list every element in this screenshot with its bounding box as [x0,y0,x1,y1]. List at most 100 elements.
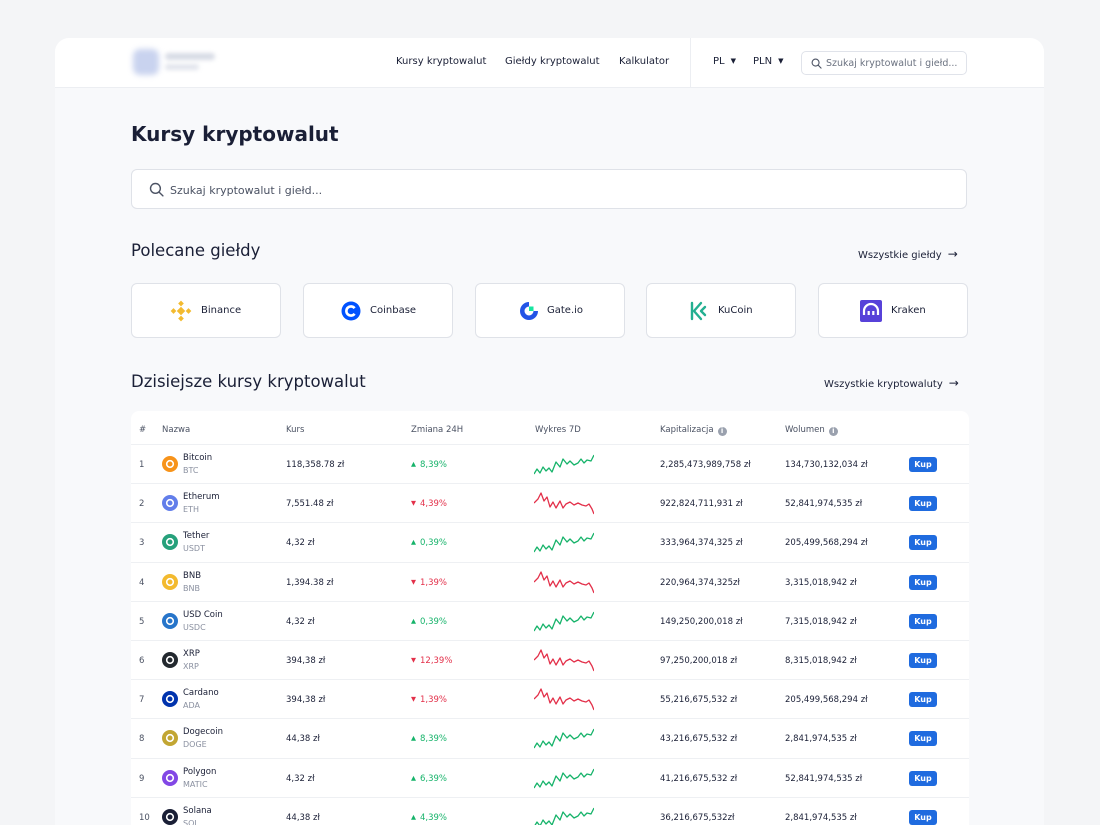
exchange-card-binance[interactable]: Binance [131,283,281,338]
language-dropdown[interactable]: PL ▼ [713,56,736,67]
nav-divider [690,38,691,88]
nav-link-kursy[interactable]: Kursy kryptowalut [396,56,486,67]
change-value: 0,39% [420,538,448,549]
column-header-volume[interactable]: Wolumen i [785,425,838,436]
coin-price: 4,32 zł [286,538,315,549]
coin-symbol: DOGE [183,740,207,750]
table-row[interactable]: 4 BNB BNB 1,394.38 zł ▼ 1,39% 220,964,374,325z… [131,561,969,601]
coin-price: 1,394.38 zł [286,577,334,588]
coin-symbol: BTC [183,466,199,475]
xrp-icon [162,652,178,668]
row-rank: 2 [139,499,145,510]
nav-link-kalkulator[interactable]: Kalkulator [619,56,669,67]
exchange-card-coinbase[interactable]: Coinbase [303,283,453,338]
rates-section-title: Dzisiejsze kursy kryptowalut [131,372,366,391]
table-row[interactable]: 6 XRP XRP 394,38 zł ▼ 12,39% 97,250,200,018 zł… [131,640,969,679]
info-icon[interactable]: i [828,427,838,436]
buy-button[interactable]: Kup [909,613,937,629]
exchange-card-kucoin[interactable]: KuCoin [646,283,796,338]
main-search-input[interactable] [170,182,950,198]
main-search-box[interactable] [131,169,967,209]
header-search-input[interactable] [826,56,962,71]
site-logo[interactable] [129,46,219,78]
exchange-card-gateio[interactable]: Gate.io [475,283,625,338]
coin-name[interactable]: Cardano [183,688,219,698]
buy-button[interactable]: Kup [909,535,937,551]
change-value: 4,39% [420,812,448,823]
buy-button[interactable]: Kup [909,809,937,825]
buy-button[interactable]: Kup [909,731,937,747]
column-header-name[interactable]: Nazwa [162,425,190,435]
buy-button[interactable]: Kup [909,457,937,472]
coin-price: 118,358.78 zł [286,460,345,470]
currency-dropdown[interactable]: PLN ▼ [753,56,783,67]
coin-name[interactable]: Bitcoin [183,453,212,463]
coin-price: 4,32 zł [286,773,315,784]
change-value: 8,39% [420,734,448,745]
all-cryptocurrencies-link[interactable]: Wszystkie kryptowaluty → [824,376,959,390]
coin-name[interactable]: Etherum [183,492,219,502]
row-rank: 5 [139,616,145,627]
arrow-right-icon: → [948,376,959,390]
triangle-up-icon: ▲ [411,773,416,782]
solana-icon [162,808,178,825]
table-row[interactable]: 10 Solana SOL 44,38 zł ▲ 4,39% 36,216,675,532z… [131,796,969,825]
column-header-price[interactable]: Kurs [286,425,304,435]
coin-name[interactable]: Dogecoin [183,727,223,737]
coin-name[interactable]: Solana [183,806,212,816]
market-cap: 55,216,675,532 zł [660,695,738,706]
change-24h: ▼ 1,39% [411,695,447,705]
column-header-cap[interactable]: Kapitalizacja i [660,425,727,436]
coin-price: 44,38 zł [286,812,320,823]
logo-mark-icon [133,49,159,75]
coin-name[interactable]: Polygon [183,767,216,777]
coin-price: 394,38 zł [286,695,326,706]
change-24h: ▼ 12,39% [411,656,452,666]
table-row[interactable]: 9 Polygon MATIC 4,32 zł ▲ 6,39% 41,216,675,532… [131,757,969,797]
row-rank: 9 [139,773,145,784]
table-row[interactable]: 7 Cardano ADA 394,38 zł ▼ 1,39% 55,216,675,532… [131,679,969,718]
exchange-name: Binance [201,305,242,316]
all-exchanges-link[interactable]: Wszystkie giełdy → [858,247,958,261]
table-row[interactable]: 5 USD Coin USDC 4,32 zł ▲ 0,39% 149,250,200,01… [131,600,969,640]
volume: 52,841,974,535 zł [785,773,863,784]
buy-button[interactable]: Kup [909,574,937,590]
buy-button[interactable]: Kup [909,653,937,668]
header-search-box[interactable] [801,51,967,75]
coin-name[interactable]: XRP [183,649,200,659]
exchange-card-kraken[interactable]: Kraken [818,283,968,338]
table-row[interactable]: 1 Bitcoin BTC 118,358.78 zł ▲ 8,39% 2,285,473,… [131,444,969,483]
table-row[interactable]: 3 Tether USDT 4,32 zł ▲ 0,39% 333,964,374,325 … [131,522,969,561]
volume: 2,841,974,535 zł [785,812,857,823]
coin-price: 4,32 zł [286,616,315,627]
usdcoin-icon [162,612,178,629]
buy-button[interactable]: Kup [909,496,937,512]
buy-button[interactable]: Kup [909,692,937,708]
sparkline-7d [534,454,594,475]
caret-down-icon: ▼ [778,57,784,65]
buy-button[interactable]: Kup [909,770,937,786]
coin-name[interactable]: USD Coin [183,610,223,620]
triangle-down-icon: ▼ [411,656,416,664]
table-row[interactable]: 2 Etherum ETH 7,551.48 zł ▼ 4,39% 922,824,711,… [131,483,969,522]
change-value: 12,39% [420,656,453,666]
row-rank: 3 [139,538,145,549]
change-24h: ▲ 0,39% [411,617,447,627]
coin-name[interactable]: BNB [183,571,201,581]
column-header-change[interactable]: Zmiana 24H [411,425,463,435]
search-icon [811,58,822,69]
crypto-rates-table: # Nazwa Kurs Zmiana 24H Wykres 7D Kapita… [131,411,969,825]
change-value: 0,39% [420,616,448,627]
change-value: 6,39% [420,773,448,784]
sparkline-7d [534,611,594,632]
coin-name[interactable]: Tether [183,531,209,541]
table-row[interactable]: 8 Dogecoin DOGE 44,38 zł ▲ 8,39% 43,216,675,53… [131,718,969,757]
change-24h: ▲ 8,39% [411,734,447,744]
nav-link-gieldy[interactable]: Giełdy kryptowalut [505,56,600,67]
info-icon[interactable]: i [717,427,727,436]
volume: 7,315,018,942 zł [785,616,857,627]
market-cap: 43,216,675,532 zł [660,734,738,745]
dogecoin-icon [162,730,178,747]
polygon-icon [162,769,178,786]
volume: 205,499,568,294 zł [785,695,868,706]
